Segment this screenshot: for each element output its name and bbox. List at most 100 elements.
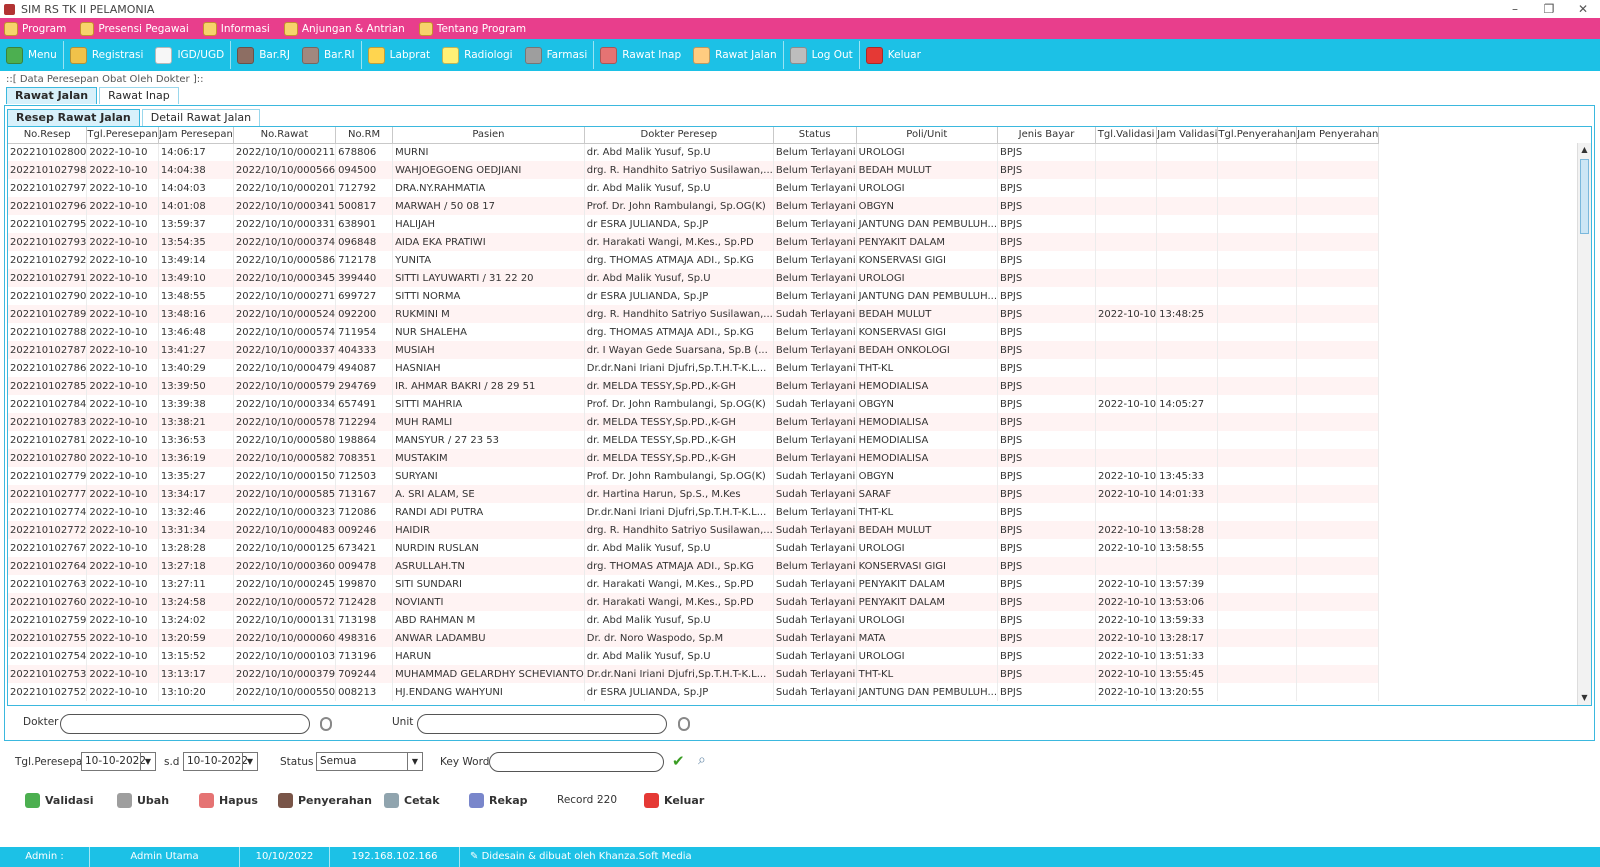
restore-button[interactable]: ❐ [1532,0,1566,18]
table-row[interactable]: 202210102795 2022-10-10 13:59:37 2022/10/10… [8,215,1380,233]
table-row[interactable]: 202210102755 2022-10-10 13:20:59 2022/10/10… [8,629,1380,647]
column-header-dokter-peresep[interactable]: Dokter Peresep [584,127,774,144]
column-header-jam-penyerahan[interactable]: Jam Penyerahan [1296,127,1380,144]
table-row[interactable]: 202210102754 2022-10-10 13:15:52 2022/10/10… [8,647,1380,665]
toolbar-keluar-button[interactable]: Keluar [864,41,927,69]
column-header-status[interactable]: Status [773,127,857,144]
table-row[interactable]: 202210102763 2022-10-10 13:27:11 2022/10/10… [8,575,1380,593]
menu-informasi[interactable]: Informasi [202,21,270,36]
chevron-down-icon[interactable]: ▼ [242,753,257,770]
table-row[interactable]: 202210102760 2022-10-10 13:24:58 2022/10/10… [8,593,1380,611]
table-row[interactable]: 202210102767 2022-10-10 13:28:28 2022/10/10… [8,539,1380,557]
table-row[interactable]: 202210102777 2022-10-10 13:34:17 2022/10/10… [8,485,1380,503]
column-header-no-rm[interactable]: No.RM [335,127,394,144]
cell-poli-unit: UROLOGI [856,179,999,197]
tgl-from-combo[interactable]: 10-10-2022 ▼ [81,752,156,771]
toolbar-log-out-button[interactable]: Log Out [788,41,860,69]
tgl-to-combo[interactable]: 10-10-2022 ▼ [183,752,258,771]
cetak-button[interactable]: Cetak [384,788,440,812]
column-header-tgl-peresepan[interactable]: Tgl.Peresepan [86,127,159,144]
keluar-button[interactable]: Keluar [644,788,704,812]
toolbar-labprat-button[interactable]: Labprat [366,41,436,69]
column-header-no-rawat[interactable]: No.Rawat [233,127,337,144]
toolbar-farmasi-button[interactable]: Farmasi [523,41,595,69]
dokter-input[interactable] [60,714,310,734]
chevron-down-icon[interactable]: ▼ [407,753,422,770]
table-row[interactable]: 202210102780 2022-10-10 13:36:19 2022/10/10… [8,449,1380,467]
close-button[interactable]: ✕ [1566,0,1600,18]
column-header-tgl-penyerahan[interactable]: Tgl.Penyerahan [1217,127,1298,144]
menu-presensi-pegawai[interactable]: Presensi Pegawai [80,21,189,36]
table-row[interactable]: 202210102789 2022-10-10 13:48:16 2022/10/10… [8,305,1380,323]
table-row[interactable]: 202210102793 2022-10-10 13:54:35 2022/10/10… [8,233,1380,251]
table-row[interactable]: 202210102800 2022-10-10 14:06:17 2022/10/10… [8,143,1380,161]
table-row[interactable]: 202210102792 2022-10-10 13:49:14 2022/10/10… [8,251,1380,269]
tab-detail-rawat-jalan[interactable]: Detail Rawat Jalan [141,109,261,126]
toolbar-bar-rj-button[interactable]: Bar.RJ [235,41,296,69]
rekap-button[interactable]: Rekap [469,788,528,812]
menu-anjungan-antrian[interactable]: Anjungan & Antrian [283,21,405,36]
toolbar-igd-ugd-button[interactable]: IGD/UGD [153,41,232,69]
menu-program[interactable]: Program [4,21,66,36]
column-header-pasien[interactable]: Pasien [392,127,585,144]
table-row[interactable]: 202210102753 2022-10-10 13:13:17 2022/10/10… [8,665,1380,683]
toolbar-radiologi-button[interactable]: Radiologi [440,41,518,69]
cell-tgl-peresepan: 2022-10-10 [86,557,159,575]
column-header-tgl-validasi[interactable]: Tgl.Validasi [1095,127,1158,144]
tab-rawat-jalan[interactable]: Rawat Jalan [6,87,98,104]
toolbar-menu-button[interactable]: Menu [4,41,64,69]
scroll-down-icon[interactable]: ▼ [1578,691,1591,705]
minimize-button[interactable]: – [1498,0,1532,18]
tab-rawat-inap[interactable]: Rawat Inap [99,87,179,104]
table-row[interactable]: 202210102779 2022-10-10 13:35:27 2022/10/10… [8,467,1380,485]
menu-tentang-program[interactable]: Tentang Program [418,21,526,36]
table-row[interactable]: 202210102790 2022-10-10 13:48:55 2022/10/10… [8,287,1380,305]
toolbar-bar-ri-button[interactable]: Bar.RI [300,41,362,69]
penyerahan-button[interactable]: Penyerahan [278,788,372,812]
scroll-thumb[interactable] [1580,159,1589,234]
cell-jenis-bayar: BPJS [997,611,1097,629]
unit-paperclip-icon[interactable] [678,717,690,731]
toolbar-registrasi-button[interactable]: Registrasi [68,41,150,69]
column-header-poli-unit[interactable]: Poli/Unit [856,127,999,144]
column-header-jenis-bayar[interactable]: Jenis Bayar [997,127,1097,144]
column-header-no-resep[interactable]: No.Resep [8,127,88,144]
cell-jam-penyerahan [1296,251,1380,269]
table-row[interactable]: 202210102797 2022-10-10 14:04:03 2022/10/10… [8,179,1380,197]
chevron-down-icon[interactable]: ▼ [140,753,155,770]
cell-dokter-peresep: dr. Abd Malik Yusuf, Sp.U [584,539,774,557]
table-row[interactable]: 202210102784 2022-10-10 13:39:38 2022/10/10… [8,395,1380,413]
table-row[interactable]: 202210102796 2022-10-10 14:01:08 2022/10/10… [8,197,1380,215]
table-row[interactable]: 202210102798 2022-10-10 14:04:38 2022/10/10… [8,161,1380,179]
table-row[interactable]: 202210102785 2022-10-10 13:39:50 2022/10/10… [8,377,1380,395]
table-row[interactable]: 202210102788 2022-10-10 13:46:48 2022/10/10… [8,323,1380,341]
vertical-scrollbar[interactable]: ▲ ▼ [1577,143,1591,705]
unit-input[interactable] [417,714,667,734]
column-header-jam-validasi[interactable]: Jam Validasi [1156,127,1219,144]
cell-tgl-validasi [1095,179,1158,197]
toolbar-rawat-inap-button[interactable]: Rawat Inap [598,41,687,69]
table-row[interactable]: 202210102787 2022-10-10 13:41:27 2022/10/10… [8,341,1380,359]
toolbar-rawat-jalan-button[interactable]: Rawat Jalan [691,41,784,69]
status-combo[interactable]: Semua ▼ [316,752,423,771]
validasi-button[interactable]: Validasi [25,788,94,812]
checkmark-icon[interactable]: ✔ [672,752,685,770]
table-row[interactable]: 202210102772 2022-10-10 13:31:34 2022/10/10… [8,521,1380,539]
table-row[interactable]: 202210102786 2022-10-10 13:40:29 2022/10/10… [8,359,1380,377]
ubah-button[interactable]: Ubah [117,788,169,812]
keyword-input[interactable] [489,752,664,772]
table-row[interactable]: 202210102783 2022-10-10 13:38:21 2022/10/10… [8,413,1380,431]
cell-pasien: ABD RAHMAN M [392,611,585,629]
scroll-up-icon[interactable]: ▲ [1578,143,1591,157]
hapus-button[interactable]: Hapus [199,788,258,812]
dokter-paperclip-icon[interactable] [320,717,332,731]
table-row[interactable]: 202210102764 2022-10-10 13:27:18 2022/10/10… [8,557,1380,575]
tab-resep-rawat-jalan[interactable]: Resep Rawat Jalan [7,109,140,126]
table-row[interactable]: 202210102759 2022-10-10 13:24:02 2022/10/10… [8,611,1380,629]
table-row[interactable]: 202210102781 2022-10-10 13:36:53 2022/10/10… [8,431,1380,449]
table-row[interactable]: 202210102774 2022-10-10 13:32:46 2022/10/10… [8,503,1380,521]
table-row[interactable]: 202210102791 2022-10-10 13:49:10 2022/10/10… [8,269,1380,287]
column-header-jam-peresepan[interactable]: Jam Peresepan [158,127,234,144]
table-row[interactable]: 202210102752 2022-10-10 13:10:20 2022/10/10… [8,683,1380,701]
search-icon[interactable]: ⌕ [698,752,706,768]
